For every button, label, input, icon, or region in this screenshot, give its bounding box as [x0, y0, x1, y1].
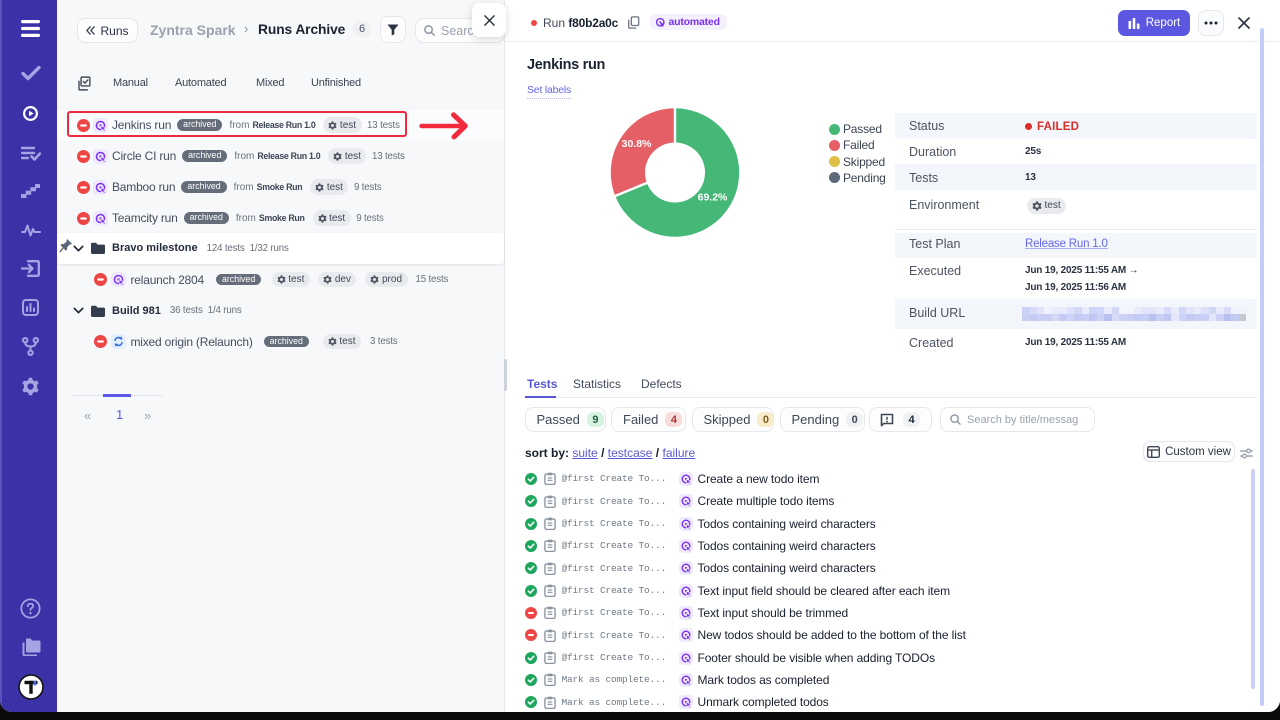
- svg-text:30.8%: 30.8%: [621, 138, 651, 150]
- svg-text:69.2%: 69.2%: [697, 192, 727, 204]
